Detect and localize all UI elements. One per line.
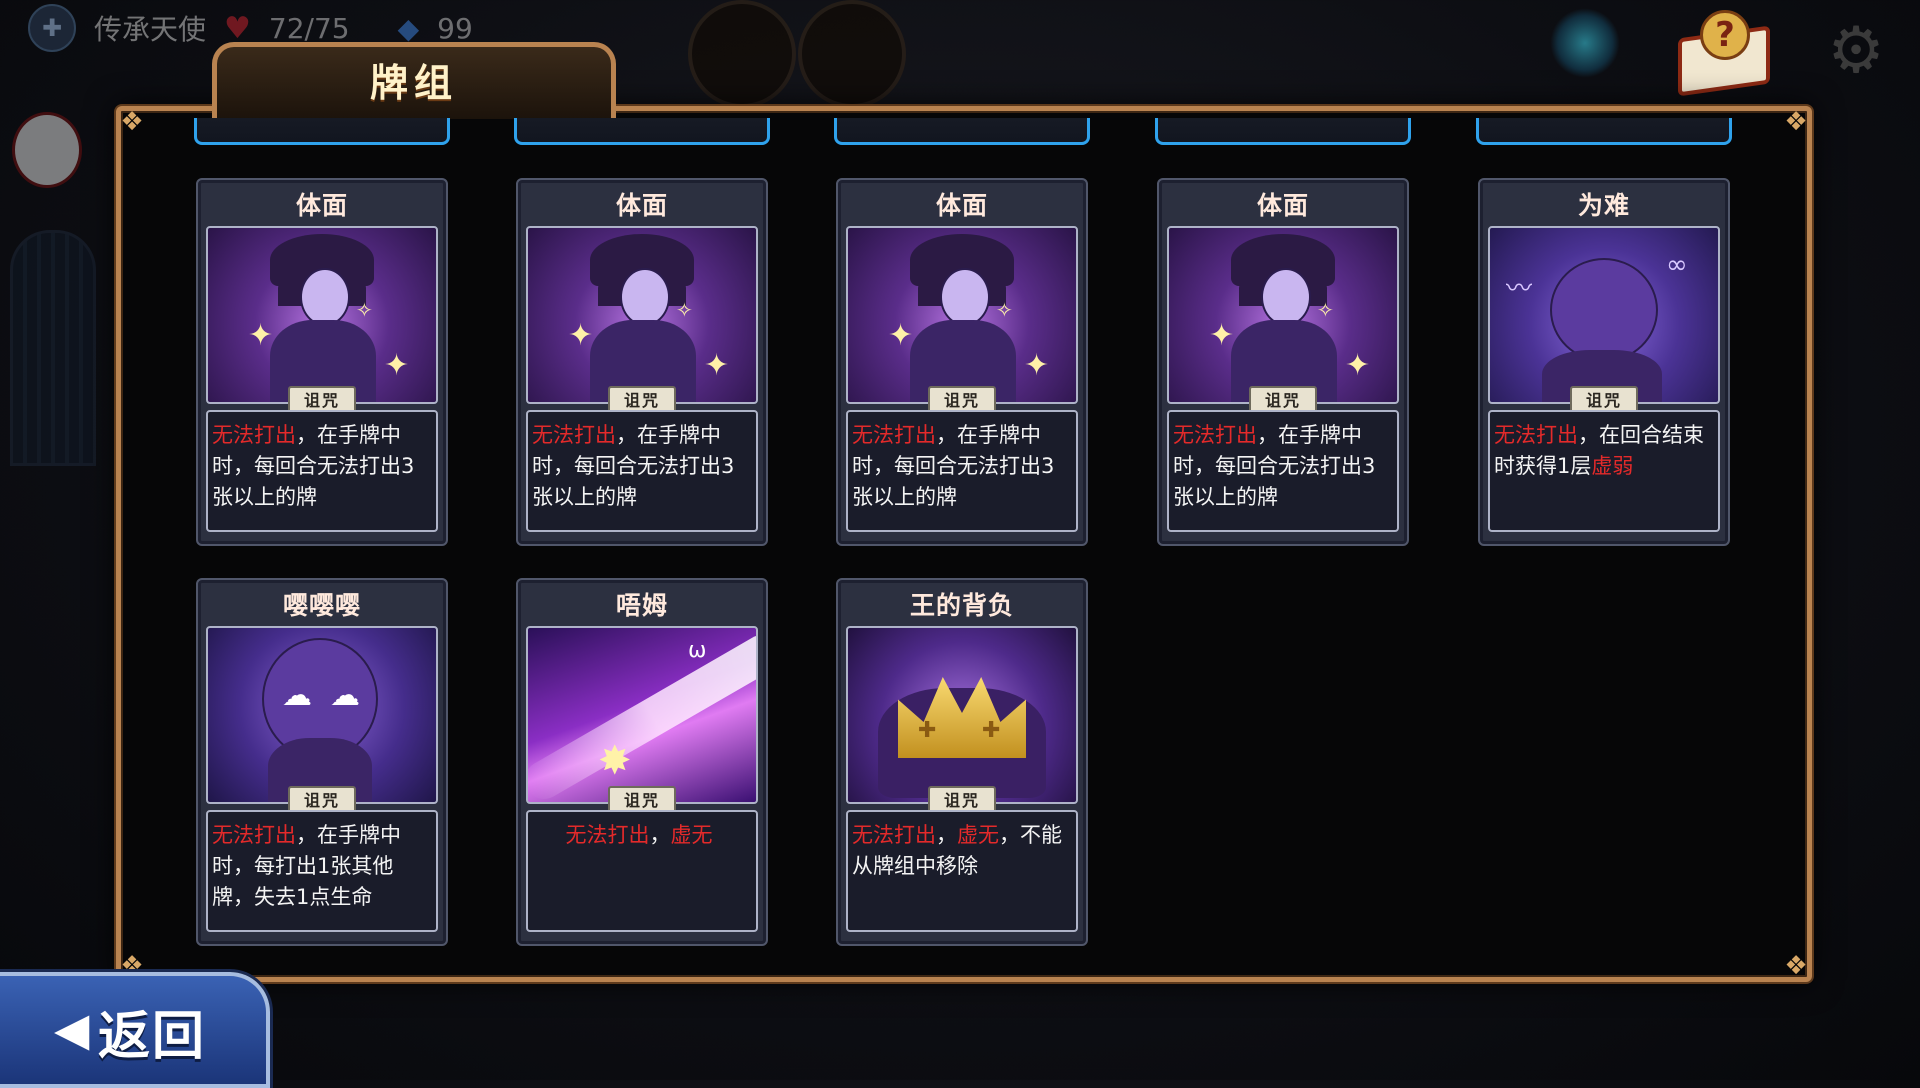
card-name: 体面 bbox=[1256, 191, 1309, 220]
description-text: ， bbox=[649, 823, 671, 847]
ornament-corner-icon: ❖ bbox=[120, 107, 144, 137]
card-description: 无法打出，在回合结束时获得1层虚弱 bbox=[1494, 420, 1708, 482]
card-name: 为难 bbox=[1577, 191, 1630, 220]
curse-card[interactable]: 唔姆 ω ✸ 诅咒 无法打出，虚无 bbox=[516, 578, 768, 946]
background-window bbox=[10, 230, 96, 466]
arrow-left-icon: ◀ bbox=[54, 1002, 90, 1056]
card-art-gentleman: ✦ ✦ ✧ bbox=[846, 226, 1078, 404]
curse-card[interactable]: 体面 ✦ ✦ ✧ 诅咒 无法打出，在手牌中时，每回合无法打出3张以上的牌 bbox=[1157, 178, 1409, 546]
card-name: 嘤嘤嘤 bbox=[282, 591, 361, 620]
back-button[interactable]: ◀ 返回 bbox=[0, 972, 270, 1088]
card-partial[interactable] bbox=[1155, 118, 1411, 145]
card-description: 无法打出，在手牌中时，每回合无法打出3张以上的牌 bbox=[532, 420, 746, 513]
keyword-text: 无法打出 bbox=[852, 823, 936, 847]
player-emblem-icon: ✚ bbox=[28, 4, 76, 52]
keyword-text: 无法打出 bbox=[212, 823, 296, 847]
keyword-text: 无法打出 bbox=[1494, 423, 1578, 447]
card-name: 体面 bbox=[295, 191, 348, 220]
card-art-gentleman: ✦ ✦ ✧ bbox=[206, 226, 438, 404]
deck-title-tab: 牌组 bbox=[212, 42, 616, 119]
card-art-crown: ✚ ✚ bbox=[846, 626, 1078, 804]
background-orb bbox=[798, 0, 906, 108]
gem-count: 99 bbox=[437, 11, 473, 45]
question-mark-icon: ? bbox=[1700, 10, 1750, 60]
card-name: 体面 bbox=[615, 191, 668, 220]
card-art-gentleman: ✦ ✦ ✧ bbox=[526, 226, 758, 404]
card-partial[interactable] bbox=[834, 118, 1090, 145]
map-orb-icon[interactable] bbox=[1550, 8, 1620, 78]
gear-icon[interactable]: ⚙ bbox=[1820, 16, 1892, 86]
back-label: 返回 bbox=[98, 1006, 207, 1067]
player-name: 传承天使 bbox=[94, 13, 207, 46]
card-description: 无法打出，虚无，不能从牌组中移除 bbox=[852, 820, 1066, 882]
card-partial[interactable] bbox=[194, 118, 450, 145]
card-name: 体面 bbox=[935, 191, 988, 220]
card-partial[interactable] bbox=[1476, 118, 1732, 145]
keyword-text: 无法打出 bbox=[852, 423, 936, 447]
card-name: 王的背负 bbox=[909, 591, 1014, 620]
curse-card[interactable]: 体面 ✦ ✦ ✧ 诅咒 无法打出，在手牌中时，每回合无法打出3张以上的牌 bbox=[836, 178, 1088, 546]
card-description: 无法打出，在手牌中时，每回合无法打出3张以上的牌 bbox=[212, 420, 426, 513]
hp-value: 72/75 bbox=[268, 11, 350, 45]
deck-title: 牌组 bbox=[369, 60, 458, 105]
keyword-text: 无法打出 bbox=[1173, 423, 1257, 447]
card-name: 唔姆 bbox=[615, 591, 668, 620]
keyword-text: 无法打出 bbox=[565, 823, 650, 847]
keyword-text: 虚无 bbox=[957, 823, 999, 847]
clown-avatar bbox=[12, 112, 82, 188]
card-partial[interactable] bbox=[514, 118, 770, 145]
keyword-text: 无法打出 bbox=[532, 423, 616, 447]
curse-card[interactable]: 体面 ✦ ✦ ✧ 诅咒 无法打出，在手牌中时，每回合无法打出3张以上的牌 bbox=[196, 178, 448, 546]
card-description: 无法打出，在手牌中时，每打出1张其他牌，失去1点生命 bbox=[212, 820, 426, 913]
ornament-corner-icon: ❖ bbox=[1784, 107, 1808, 137]
heart-icon: ♥ bbox=[224, 10, 251, 46]
card-art-sob: ☁ ☁ bbox=[206, 626, 438, 804]
curse-card[interactable]: 嘤嘤嘤 ☁ ☁ 诅咒 无法打出，在手牌中时，每打出1张其他牌，失去1点生命 bbox=[196, 578, 448, 946]
card-art-embarrass: 〰 ∞ bbox=[1488, 226, 1720, 404]
keyword-text: 虚无 bbox=[670, 823, 713, 847]
curse-card[interactable]: 体面 ✦ ✦ ✧ 诅咒 无法打出，在手牌中时，每回合无法打出3张以上的牌 bbox=[516, 178, 768, 546]
background-orb bbox=[688, 0, 796, 108]
help-button[interactable]: ? bbox=[1672, 10, 1770, 97]
card-description: 无法打出，在手牌中时，每回合无法打出3张以上的牌 bbox=[1173, 420, 1387, 513]
description-text: ， bbox=[936, 823, 957, 847]
card-art-wum: ω ✸ bbox=[526, 626, 758, 804]
curse-card[interactable]: 为难〰 ∞ 诅咒 无法打出，在回合结束时获得1层虚弱 bbox=[1478, 178, 1730, 546]
ornament-corner-icon: ❖ bbox=[1784, 951, 1808, 981]
card-description: 无法打出，在手牌中时，每回合无法打出3张以上的牌 bbox=[852, 420, 1066, 513]
curse-card[interactable]: 王的背负 ✚ ✚ 诅咒 无法打出，虚无，不能从牌组中移除 bbox=[836, 578, 1088, 946]
card-art-gentleman: ✦ ✦ ✧ bbox=[1167, 226, 1399, 404]
keyword-text: 无法打出 bbox=[212, 423, 296, 447]
card-description: 无法打出，虚无 bbox=[532, 820, 746, 851]
keyword-text: 虚弱 bbox=[1591, 454, 1634, 478]
gem-icon: ◆ bbox=[397, 11, 420, 45]
